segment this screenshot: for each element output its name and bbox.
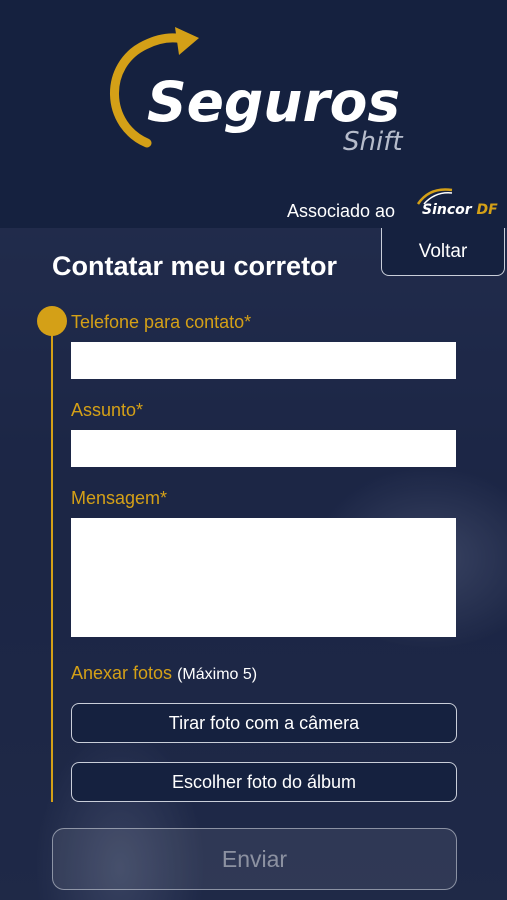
sincor-df-logo: Sincor DF bbox=[412, 186, 498, 222]
timeline-line bbox=[51, 320, 53, 802]
take-photo-button[interactable]: Tirar foto com a câmera bbox=[71, 703, 457, 743]
timeline-dot bbox=[37, 306, 67, 336]
choose-photo-button[interactable]: Escolher foto do álbum bbox=[71, 762, 457, 802]
subject-input[interactable] bbox=[71, 430, 456, 467]
message-label: Mensagem* bbox=[71, 488, 168, 508]
back-button[interactable]: Voltar bbox=[381, 228, 505, 276]
page-title: Contatar meu corretor bbox=[52, 251, 338, 281]
attach-max-note: (Máximo 5) bbox=[177, 666, 258, 683]
sincor-df: DF bbox=[476, 202, 498, 218]
attach-label: Anexar fotos (Máximo 5) bbox=[71, 663, 258, 683]
sincor-name: Sincor bbox=[422, 202, 472, 218]
send-button[interactable]: Enviar bbox=[52, 828, 457, 890]
associated-label: Associado ao bbox=[287, 201, 396, 221]
phone-label: Telefone para contato* bbox=[71, 312, 252, 332]
logo-wordmark: Seguros bbox=[147, 70, 401, 134]
logo-subtitle: Shift bbox=[343, 127, 403, 157]
message-textarea[interactable] bbox=[71, 518, 456, 637]
seguros-shift-logo: Seguros Shift bbox=[105, 25, 405, 160]
subject-label: Assunto* bbox=[71, 400, 144, 420]
phone-input[interactable] bbox=[71, 342, 456, 379]
